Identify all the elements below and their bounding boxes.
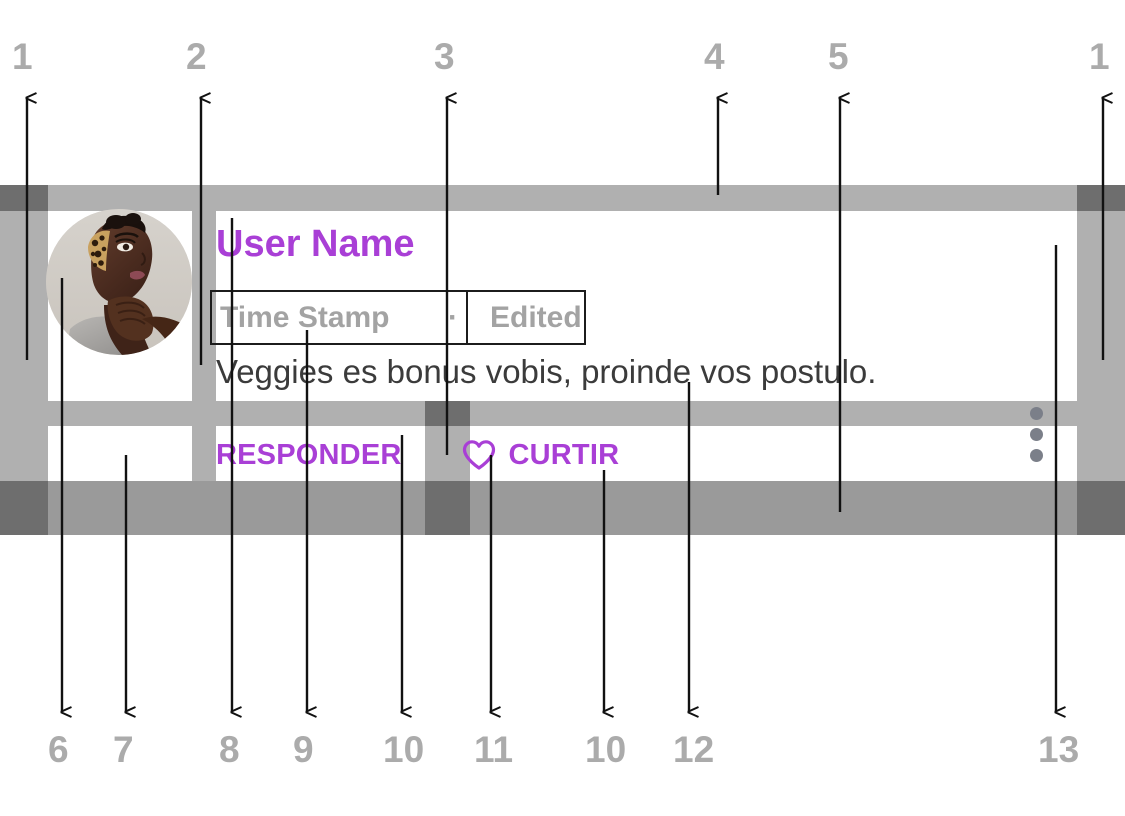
spacing-band-top (0, 185, 1125, 211)
username: User Name (216, 223, 415, 265)
comment-body: Veggies es bonus vobis, proinde vos post… (216, 353, 877, 390)
edited-label: Edited (490, 300, 582, 334)
menu-dot (1030, 407, 1043, 420)
spec-canvas: User Name Time Stamp · Edited Veggies es… (0, 0, 1125, 816)
avatar[interactable] (46, 209, 192, 355)
callout-number-4-top-3: 4 (704, 36, 725, 77)
spacing-band-bottom (0, 481, 1125, 535)
spacing-column-right-margin (1077, 211, 1125, 481)
meta-row: Time Stamp · Edited (210, 290, 586, 345)
callout-number-3-top-2: 3 (434, 36, 455, 77)
menu-dot (1030, 428, 1043, 441)
spacing-band-bottom-left-edge (0, 481, 48, 535)
spacing-column-left-margin (0, 211, 48, 481)
callout-number-8-bottom-2: 8 (219, 729, 240, 770)
heart-outline-icon (462, 440, 496, 470)
callout-number-2-top-1: 2 (186, 36, 207, 77)
meta-separator: · (440, 292, 468, 343)
more-vertical-icon[interactable] (1030, 407, 1043, 462)
menu-dot (1030, 449, 1043, 462)
callout-number-7-bottom-1: 7 (113, 729, 134, 770)
spacing-band-middle-gutter (425, 401, 470, 426)
callout-number-1-top-5: 1 (1089, 36, 1110, 77)
callout-number-6-bottom-0: 6 (48, 729, 69, 770)
callout-number-11-bottom-5: 11 (474, 729, 514, 770)
callout-number-10-bottom-4: 10 (383, 729, 425, 770)
reply-button[interactable]: RESPONDER (216, 440, 402, 470)
spacing-column-avatar-gutter (192, 211, 216, 481)
callout-number-1-top-0: 1 (12, 36, 33, 77)
spacing-band-bottom-right-edge (1077, 481, 1125, 535)
like-label: CURTIR (508, 438, 620, 471)
spacing-band-middle (0, 401, 1125, 426)
spacing-band-bottom-gutter (425, 481, 470, 535)
callout-number-5-top-4: 5 (828, 36, 849, 77)
timestamp: Time Stamp (220, 300, 390, 334)
callout-number-9-bottom-3: 9 (293, 729, 314, 770)
spacing-band-top-right-edge (1077, 185, 1125, 211)
action-row: RESPONDER CURTIR (216, 440, 619, 470)
spacing-band-top-left-edge (0, 185, 48, 211)
callout-number-10-bottom-6: 10 (585, 729, 627, 770)
callout-number-13-bottom-8: 13 (1038, 729, 1080, 770)
callout-number-12-bottom-7: 12 (673, 729, 715, 770)
comment-card: User Name Time Stamp · Edited Veggies es… (0, 185, 1125, 535)
like-button[interactable]: CURTIR (462, 440, 620, 470)
